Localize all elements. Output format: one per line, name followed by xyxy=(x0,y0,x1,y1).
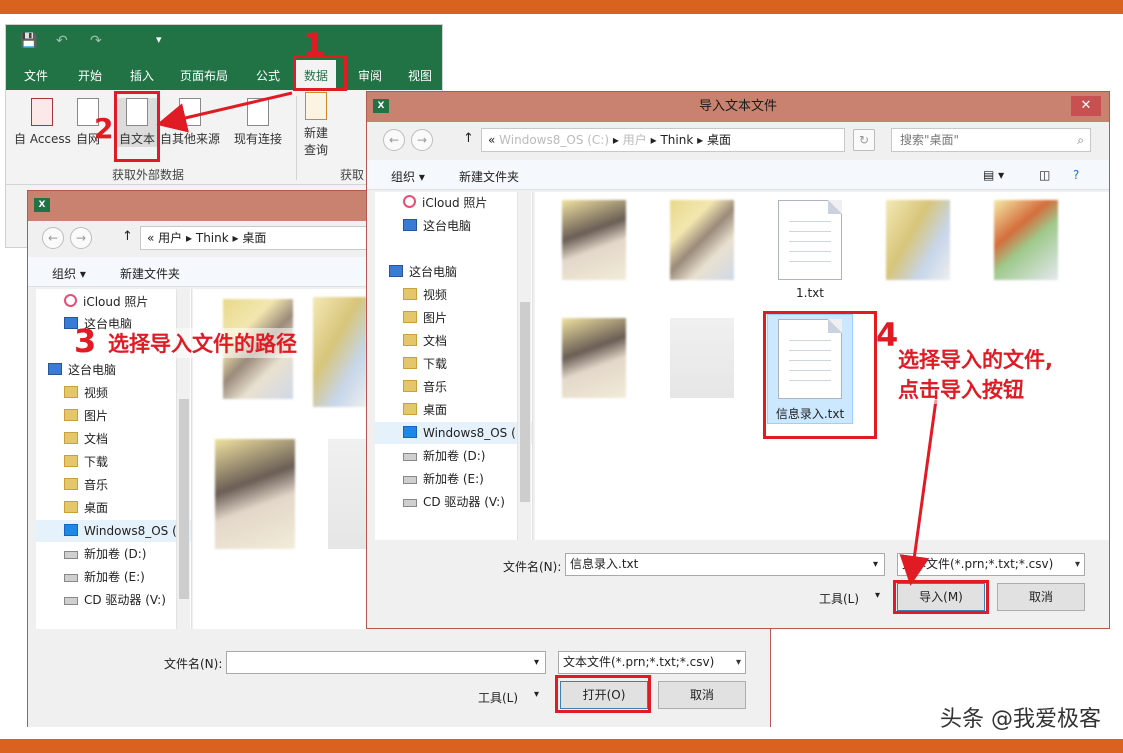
step-4-number: 4 xyxy=(876,316,899,354)
step-3-number: 3 xyxy=(74,322,97,360)
step-3-text: 选择导入文件的路径 xyxy=(108,328,297,358)
watermark: 头条 @我爱极客 xyxy=(940,707,1101,732)
tutorial-screenshot: 💾 ↶ ↷ ▾ 文件 开始 插入 页面布局 公式 数据 审阅 视图 自 Acce… xyxy=(0,0,1123,753)
step-2-number: 2 xyxy=(94,112,114,145)
bottom-band xyxy=(0,739,1123,753)
step-4-text-line2: 点击导入按钮 xyxy=(898,374,1024,404)
arrow-step4-to-import xyxy=(899,399,938,586)
step-1-number: 1 xyxy=(303,26,326,64)
step-4-text-line1: 选择导入的文件, xyxy=(898,344,1053,374)
arrow-step1-to-step2 xyxy=(156,91,293,133)
